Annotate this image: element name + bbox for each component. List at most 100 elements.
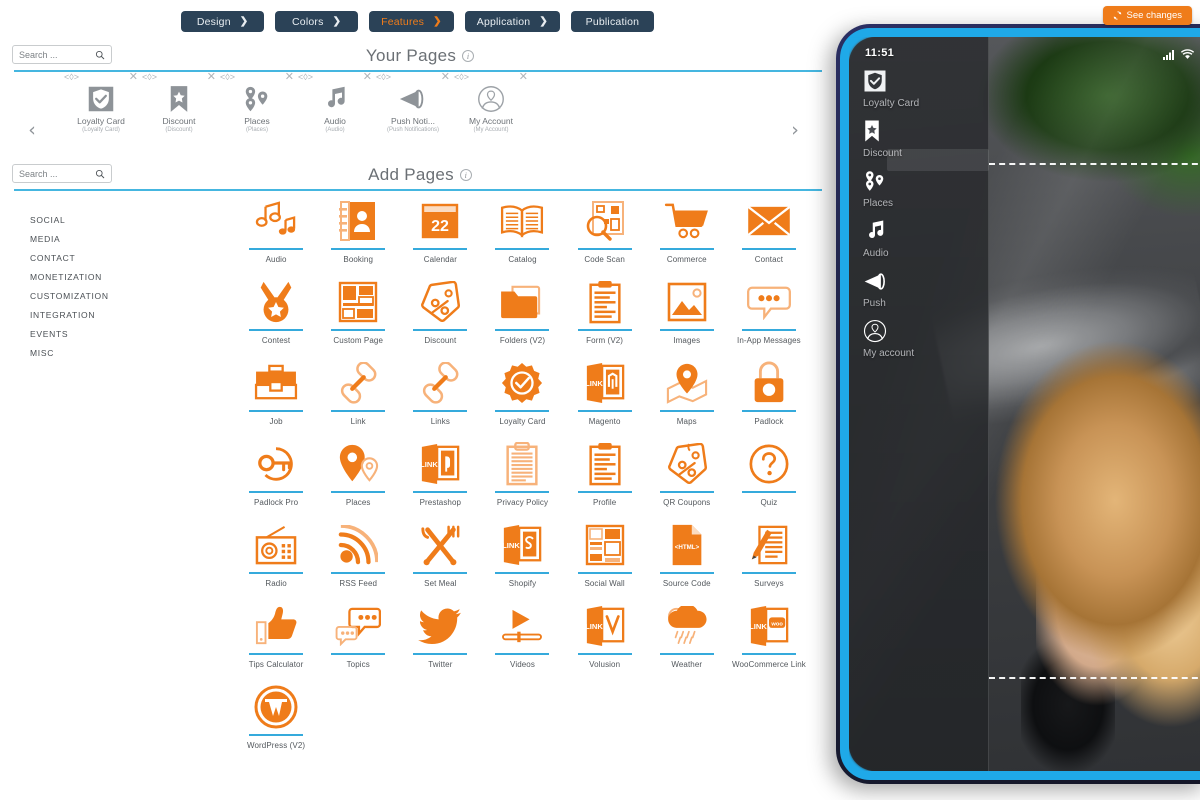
page-tile-set-meal[interactable]: Set Meal [399, 520, 481, 588]
page-tile-topics[interactable]: Topics [317, 601, 399, 669]
page-tile-custom-page[interactable]: Custom Page [317, 277, 399, 345]
page-tile-surveys[interactable]: Surveys [728, 520, 810, 588]
tile-underline [495, 572, 550, 574]
code-icon[interactable]: <◊> [220, 72, 235, 82]
category-item-all[interactable]: ALL [0, 191, 232, 210]
add-pages-search-input[interactable]: Search ... [12, 164, 112, 183]
page-tile-radio[interactable]: Radio [235, 520, 317, 588]
your-pages-search-placeholder: Search ... [19, 49, 58, 60]
category-item-events[interactable]: EVENTS [0, 324, 232, 343]
step-publication[interactable]: Publication [570, 11, 654, 32]
page-tile-images[interactable]: Images [646, 277, 728, 345]
page-tile-profile[interactable]: Profile [564, 439, 646, 507]
page-tile-padlock[interactable]: Padlock [728, 358, 810, 426]
page-tile-links[interactable]: Links [399, 358, 481, 426]
close-icon[interactable]: ✕ [207, 72, 216, 83]
step-colors[interactable]: Colors ❯ [275, 11, 359, 32]
step-application[interactable]: Application ❯ [464, 11, 560, 32]
your-page-item-discount[interactable]: <◊> ✕ Discount (Discount) [140, 72, 218, 140]
page-tile-in-app-messages[interactable]: In-App Messages [728, 277, 810, 345]
page-tile-quiz[interactable]: Quiz [728, 439, 810, 507]
drawer-item-audio[interactable]: Audio [849, 218, 988, 259]
page-tile-tips-calculator[interactable]: Tips Calculator [235, 601, 317, 669]
page-tile-loyalty-card[interactable]: Loyalty Card [481, 358, 563, 426]
step-design[interactable]: Design ❯ [181, 11, 265, 32]
code-icon[interactable]: <◊> [142, 72, 157, 82]
page-tile-social-wall[interactable]: Social Wall [564, 520, 646, 588]
category-item-contact[interactable]: CONTACT [0, 248, 232, 267]
drawer-item-push[interactable]: Push [849, 268, 988, 309]
page-tile-audio[interactable]: Audio [235, 196, 317, 264]
page-tile-discount[interactable]: Discount [399, 277, 481, 345]
map-pin-icon [646, 358, 728, 408]
discount-tag-icon [399, 277, 481, 327]
category-item-social[interactable]: SOCIAL [0, 210, 232, 229]
page-tile-rss-feed[interactable]: RSS Feed [317, 520, 399, 588]
page-tile-form-v2[interactable]: Form (V2) [564, 277, 646, 345]
editor-left-panel: Search ... Your Pages i ‹ › <◊> ✕ Loyalt… [0, 0, 835, 800]
page-tile-link[interactable]: Link [317, 358, 399, 426]
info-icon[interactable]: i [462, 50, 475, 62]
category-item-customization[interactable]: CUSTOMIZATION [0, 286, 232, 305]
page-tile-twitter[interactable]: Twitter [399, 601, 481, 669]
page-tile-padlock-pro[interactable]: Padlock Pro [235, 439, 317, 507]
tile-label: Maps [676, 417, 697, 426]
your-page-item-loyalty-card[interactable]: <◊> ✕ Loyalty Card (Loyalty Card) [62, 72, 140, 140]
category-item-integration[interactable]: INTEGRATION [0, 305, 232, 324]
code-icon[interactable]: <◊> [298, 72, 313, 82]
info-icon[interactable]: i [459, 169, 472, 181]
category-item-media[interactable]: MEDIA [0, 229, 232, 248]
page-tile-privacy-policy[interactable]: Privacy Policy [481, 439, 563, 507]
close-icon[interactable]: ✕ [285, 72, 294, 83]
drawer-item-places[interactable]: Places [849, 168, 988, 209]
page-tile-prestashop[interactable]: LINK Prestashop [399, 439, 481, 507]
page-tile-contact[interactable]: Contact [728, 196, 810, 264]
your-page-item-my-account[interactable]: <◊> ✕ My Account (My Account) [452, 72, 530, 140]
category-item-misc[interactable]: MISC [0, 343, 232, 362]
page-tile-woocommerce-link[interactable]: LINK woo WooCommerce Link [728, 601, 810, 669]
category-item-monetization[interactable]: MONETIZATION [0, 267, 232, 286]
page-tile-catalog[interactable]: Catalog [481, 196, 563, 264]
your-page-item-places[interactable]: <◊> ✕ Places (Places) [218, 72, 296, 140]
step-features[interactable]: Features ❯ [369, 11, 454, 32]
phone-screen[interactable]: 11:51 Loyalty Card Discount Places Audio… [849, 37, 1200, 771]
close-icon[interactable]: ✕ [129, 72, 138, 83]
page-tile-magento[interactable]: LINK Magento [564, 358, 646, 426]
page-tile-videos[interactable]: Videos [481, 601, 563, 669]
tile-underline [413, 653, 468, 655]
see-changes-button[interactable]: See changes [1102, 6, 1192, 25]
status-time: 11:51 [865, 47, 895, 59]
page-tile-contest[interactable]: Contest [235, 277, 317, 345]
page-tile-folders-v2[interactable]: Folders (V2) [481, 277, 563, 345]
page-tile-wordpress-v2[interactable]: WordPress (V2) [235, 682, 317, 750]
your-page-item-push-notifications[interactable]: <◊> ✕ Push Noti... (Push Notifications) [374, 72, 452, 140]
drawer-item-my-account[interactable]: My account [849, 318, 988, 359]
page-tile-shopify[interactable]: LINK Shopify [481, 520, 563, 588]
page-tile-maps[interactable]: Maps [646, 358, 728, 426]
tile-label: Prestashop [419, 498, 462, 507]
page-tile-places[interactable]: Places [317, 439, 399, 507]
account-circle-icon [452, 84, 530, 114]
drawer-item-loyalty-card[interactable]: Loyalty Card [849, 68, 988, 109]
page-tile-code-scan[interactable]: Code Scan [564, 196, 646, 264]
code-scan-icon [564, 196, 646, 246]
close-icon[interactable]: ✕ [519, 72, 528, 83]
close-icon[interactable]: ✕ [363, 72, 372, 83]
your-pages-search-input[interactable]: Search ... [12, 45, 112, 64]
page-tile-booking[interactable]: Booking [317, 196, 399, 264]
page-tile-weather[interactable]: Weather [646, 601, 728, 669]
code-icon[interactable]: <◊> [376, 72, 391, 82]
close-icon[interactable]: ✕ [441, 72, 450, 83]
carousel-prev-button[interactable]: ‹ [22, 120, 42, 140]
page-tile-calendar[interactable]: 22 Calendar [399, 196, 481, 264]
code-icon[interactable]: <◊> [64, 72, 79, 82]
page-tile-volusion[interactable]: LINK Volusion [564, 601, 646, 669]
carousel-next-button[interactable]: › [785, 120, 805, 140]
code-icon[interactable]: <◊> [454, 72, 469, 82]
your-page-item-audio[interactable]: <◊> ✕ Audio (Audio) [296, 72, 374, 140]
page-tile-commerce[interactable]: Commerce [646, 196, 728, 264]
page-tile-source-code[interactable]: <HTML> Source Code [646, 520, 728, 588]
phone-bezel: 11:51 Loyalty Card Discount Places Audio… [840, 28, 1200, 780]
page-tile-job[interactable]: Job [235, 358, 317, 426]
page-tile-qr-coupons[interactable]: QR Coupons [646, 439, 728, 507]
